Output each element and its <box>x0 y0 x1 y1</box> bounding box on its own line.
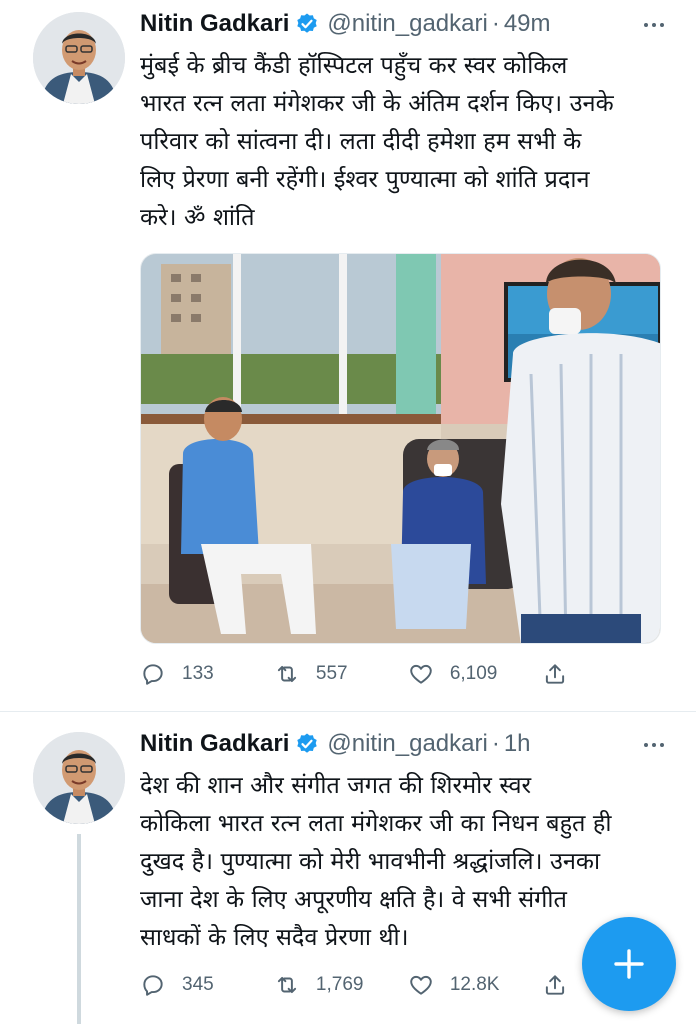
like-count: 12.8K <box>449 974 500 995</box>
compose-tweet-button[interactable] <box>582 917 676 1011</box>
author-handle[interactable]: @nitin_gadkari <box>327 10 487 38</box>
share-icon <box>545 664 564 684</box>
reply-icon <box>143 975 163 996</box>
tweet-text: मुंबई के ब्रीच कैंडी हॉस्पिटल पहुँच कर स… <box>140 51 614 231</box>
reply-button[interactable]: 345 <box>140 972 274 998</box>
share-icon <box>545 975 564 995</box>
more-dots-icon[interactable] <box>636 14 672 36</box>
tweet-content: Nitin Gadkari @nitin_gadkari · 49m मुंबई… <box>140 6 666 236</box>
retweet-button[interactable]: 1,769 <box>274 972 408 998</box>
share-button[interactable] <box>542 972 580 998</box>
retweet-icon <box>277 665 297 683</box>
tweet-actions: 345 1,769 12.8K <box>140 965 580 1005</box>
tweet-content: Nitin Gadkari @nitin_gadkari · 1h देश की… <box>140 726 666 956</box>
like-button[interactable]: 12.8K <box>408 972 542 998</box>
tweet[interactable]: Nitin Gadkari @nitin_gadkari · 49m मुंबई… <box>0 0 696 712</box>
retweet-icon <box>277 976 297 994</box>
thread-connector <box>77 834 81 1024</box>
reply-count: 345 <box>182 974 214 995</box>
reply-count: 133 <box>182 663 214 684</box>
verified-badge-icon <box>297 733 318 753</box>
separator-dot: · <box>491 730 500 757</box>
like-button[interactable]: 6,109 <box>408 661 542 687</box>
author-name[interactable]: Nitin Gadkari <box>140 730 289 758</box>
reply-icon <box>143 664 163 685</box>
like-count: 6,109 <box>449 663 498 684</box>
heart-icon <box>410 664 432 684</box>
tweet-header: Nitin Gadkari @nitin_gadkari · 49m <box>140 6 666 42</box>
timestamp[interactable]: 49m <box>504 10 551 38</box>
more-dots-icon[interactable] <box>636 734 672 756</box>
avatar[interactable] <box>33 12 125 104</box>
reply-button[interactable]: 133 <box>140 661 274 687</box>
tweet-actions: 133 557 6,109 <box>140 654 580 694</box>
verified-badge-icon <box>297 13 318 33</box>
tweet-header: Nitin Gadkari @nitin_gadkari · 1h <box>140 726 666 762</box>
author-name[interactable]: Nitin Gadkari <box>140 10 289 38</box>
author-handle[interactable]: @nitin_gadkari <box>327 730 487 758</box>
retweet-button[interactable]: 557 <box>274 661 408 687</box>
retweet-count: 1,769 <box>315 974 364 995</box>
share-button[interactable] <box>542 661 580 687</box>
heart-icon <box>410 975 432 995</box>
tweet-text: देश की शान और संगीत जगत की शिरमोर स्वर क… <box>140 771 612 951</box>
tweet-photo[interactable] <box>140 253 661 644</box>
plus-icon <box>614 949 644 979</box>
avatar[interactable] <box>33 732 125 824</box>
separator-dot: · <box>491 10 500 37</box>
retweet-count: 557 <box>315 663 348 684</box>
timestamp[interactable]: 1h <box>504 730 531 758</box>
